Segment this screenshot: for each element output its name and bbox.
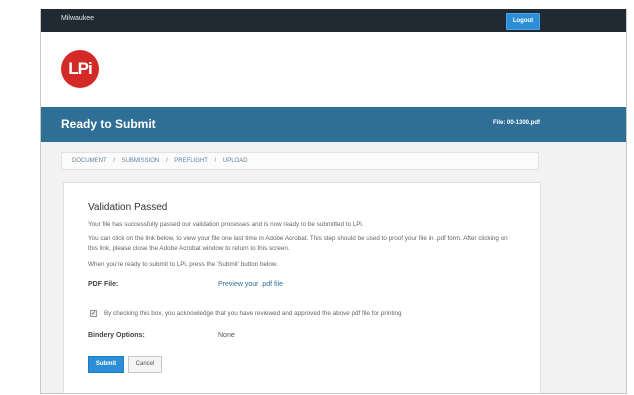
breadcrumb-submission[interactable]: SUBMISSION [122, 158, 160, 164]
logo-band: LPi [41, 32, 626, 107]
breadcrumb: DOCUMENT / SUBMISSION / PREFLIGHT / UPLO… [61, 152, 539, 170]
preview-instructions: You can click on the link below, to view… [88, 235, 508, 252]
logout-button[interactable]: Logout [506, 13, 540, 30]
breadcrumb-upload[interactable]: UPLOAD [223, 158, 248, 164]
approve-checkbox-label: By checking this box, you acknowledge th… [104, 310, 402, 317]
breadcrumb-separator: / [113, 158, 115, 164]
approve-checkbox[interactable]: ✓ [90, 310, 97, 317]
file-name-label: File: 00-1300.pdf [492, 120, 540, 126]
app-window: Milwaukee Logout LPi Ready to Submit Fil… [40, 9, 627, 394]
validation-title: Validation Passed [88, 202, 168, 213]
breadcrumb-separator: / [214, 158, 217, 164]
top-bar: Milwaukee Logout [41, 9, 626, 32]
bindery-options-value: None [218, 332, 235, 339]
breadcrumb-preflight[interactable]: PREFLIGHT [174, 158, 208, 164]
pdf-file-label: PDF File: [88, 281, 119, 288]
breadcrumb-separator: / [165, 158, 168, 164]
page-title: Ready to Submit [61, 117, 156, 131]
validation-card: Validation Passed Your file has successf… [63, 182, 541, 393]
submit-instructions: When you're ready to submit to LPi, pres… [88, 261, 278, 268]
cancel-button[interactable]: Cancel [128, 356, 162, 373]
bindery-options-label: Bindery Options: [88, 332, 145, 339]
validation-message: Your file has successfully passed our va… [88, 221, 364, 228]
lpi-logo[interactable]: LPi [61, 50, 99, 88]
logo-text: LPi [68, 59, 92, 78]
title-bar: Ready to Submit File: 00-1300.pdf [41, 107, 626, 142]
breadcrumb-document[interactable]: DOCUMENT [72, 158, 107, 164]
preview-pdf-link[interactable]: Preview your .pdf file [218, 281, 283, 288]
user-name: Milwaukee [61, 15, 95, 22]
submit-button[interactable]: Submit [88, 356, 124, 373]
